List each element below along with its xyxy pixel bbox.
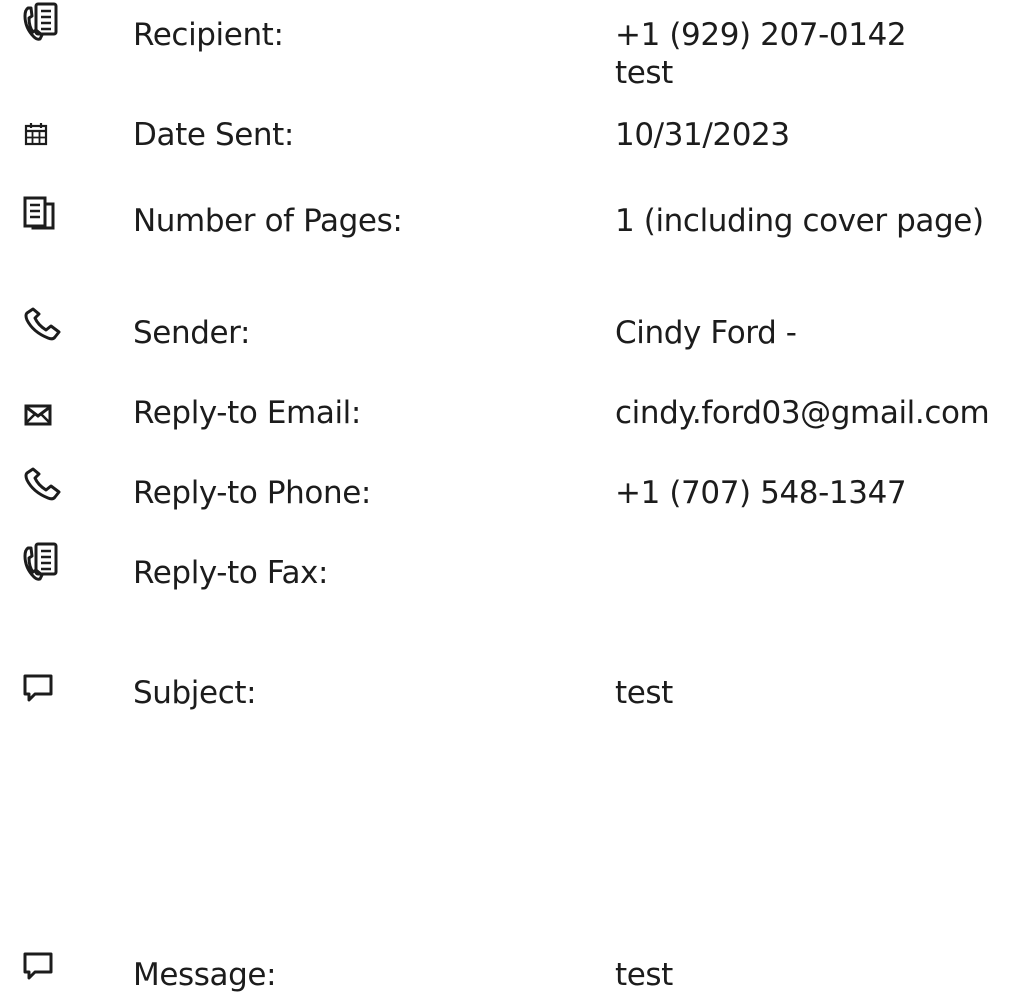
message-value: test xyxy=(615,957,673,993)
reply-email-row: Reply-to Email: cindy.ford03@gmail.com xyxy=(0,386,1019,446)
reply-email-label: Reply-to Email: xyxy=(133,395,361,431)
phone-icon xyxy=(24,306,68,350)
reply-phone-value: +1 (707) 548-1347 xyxy=(615,475,907,511)
pages-icon xyxy=(23,196,67,240)
calendar-icon xyxy=(24,122,68,166)
message-label: Message: xyxy=(133,957,277,993)
reply-phone-row: Reply-to Phone: +1 (707) 548-1347 xyxy=(0,466,1019,526)
comment-icon xyxy=(23,952,67,996)
recipient-value: +1 (929) 207-0142 test xyxy=(615,16,907,92)
pages-label: Number of Pages: xyxy=(133,203,403,239)
fax-icon xyxy=(22,542,66,586)
reply-phone-label: Reply-to Phone: xyxy=(133,475,371,511)
fax-icon xyxy=(22,2,66,46)
date-sent-label: Date Sent: xyxy=(133,117,294,153)
comment-icon xyxy=(23,674,67,718)
reply-fax-row: Reply-to Fax: xyxy=(0,540,1019,600)
date-sent-value: 10/31/2023 xyxy=(615,117,790,153)
subject-label: Subject: xyxy=(133,675,257,711)
date-sent-row: Date Sent: 10/31/2023 xyxy=(0,110,1019,170)
sender-label: Sender: xyxy=(133,315,250,351)
recipient-label: Recipient: xyxy=(133,17,284,53)
reply-email-value: cindy.ford03@gmail.com xyxy=(615,395,990,431)
message-row: Message: test xyxy=(0,944,1019,1004)
sender-value: Cindy Ford - xyxy=(615,315,797,351)
subject-value: test xyxy=(615,675,673,711)
reply-fax-label: Reply-to Fax: xyxy=(133,555,329,591)
recipient-name: test xyxy=(615,55,673,91)
pages-value: 1 (including cover page) xyxy=(615,203,984,239)
subject-row: Subject: test xyxy=(0,664,1019,724)
envelope-icon xyxy=(24,404,68,448)
sender-row: Sender: Cindy Ford - xyxy=(0,306,1019,366)
recipient-row: Recipient: +1 (929) 207-0142 test xyxy=(0,2,1019,91)
pages-row: Number of Pages: 1 (including cover page… xyxy=(0,194,1019,254)
recipient-number: +1 (929) 207-0142 xyxy=(615,17,907,53)
phone-icon xyxy=(24,466,68,510)
